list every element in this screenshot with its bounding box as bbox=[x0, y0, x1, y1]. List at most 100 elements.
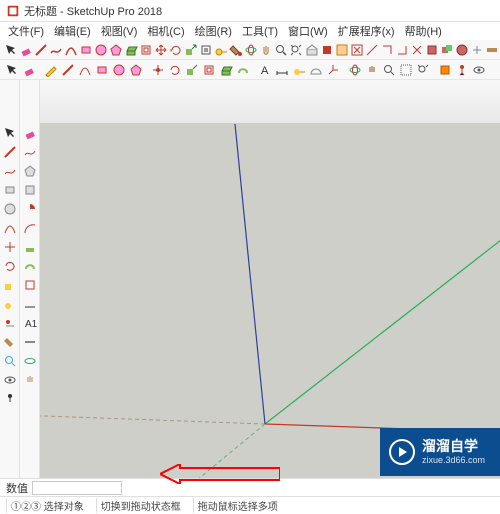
menu-file[interactable]: 文件(F) bbox=[4, 22, 48, 40]
generic-tool-7[interactable] bbox=[485, 42, 499, 58]
pushpull-tool[interactable] bbox=[124, 42, 138, 58]
side-dimension-tool[interactable] bbox=[21, 295, 39, 313]
pushpull-tool-2[interactable] bbox=[218, 62, 234, 78]
side-followme-tool[interactable] bbox=[21, 257, 39, 275]
side-arc-tool[interactable] bbox=[1, 219, 19, 237]
viewport-canvas[interactable] bbox=[40, 124, 500, 478]
generic-tool-6[interactable] bbox=[470, 42, 484, 58]
followme-tool[interactable] bbox=[235, 62, 251, 78]
side-text-tool[interactable] bbox=[1, 314, 19, 332]
zoomextents-tool[interactable] bbox=[289, 42, 303, 58]
pencil-tool[interactable] bbox=[43, 62, 59, 78]
menu-help[interactable]: 帮助(H) bbox=[401, 22, 446, 40]
tape-tool[interactable] bbox=[214, 42, 228, 58]
walk-tool[interactable] bbox=[454, 62, 470, 78]
circle-tool-2[interactable] bbox=[111, 62, 127, 78]
makecomponent-tool[interactable] bbox=[199, 42, 213, 58]
zoom-tool[interactable] bbox=[274, 42, 288, 58]
tape-tool-2[interactable] bbox=[291, 62, 307, 78]
menu-tools[interactable]: 工具(T) bbox=[238, 22, 282, 40]
pan-tool[interactable] bbox=[259, 42, 273, 58]
rotate-tool[interactable] bbox=[169, 42, 183, 58]
solid-tool-3[interactable] bbox=[455, 42, 469, 58]
move-tool[interactable] bbox=[154, 42, 168, 58]
side-section-tool[interactable] bbox=[21, 333, 39, 351]
pan-tool-2[interactable] bbox=[364, 62, 380, 78]
rect-tool-2[interactable] bbox=[94, 62, 110, 78]
measurement-input[interactable] bbox=[32, 481, 122, 495]
text-tool[interactable]: A bbox=[257, 62, 273, 78]
side-scale-tool[interactable] bbox=[1, 276, 19, 294]
side-rotate-tool[interactable] bbox=[1, 257, 19, 275]
generic-tool-1[interactable] bbox=[350, 42, 364, 58]
arc-tool[interactable] bbox=[64, 42, 78, 58]
side-select-tool[interactable] bbox=[1, 124, 19, 142]
rectangle-tool[interactable] bbox=[79, 42, 93, 58]
menu-draw[interactable]: 绘图(R) bbox=[191, 22, 236, 40]
move-tool-2[interactable] bbox=[150, 62, 166, 78]
zoomextents-tool-2[interactable] bbox=[415, 62, 431, 78]
side-walk-tool[interactable] bbox=[1, 390, 19, 408]
line-tool[interactable] bbox=[34, 42, 48, 58]
side-pushpull-tool[interactable] bbox=[21, 238, 39, 256]
side-rotrect-tool[interactable] bbox=[21, 181, 39, 199]
solid-tool-2[interactable] bbox=[440, 42, 454, 58]
side-3dtext-tool[interactable]: A1 bbox=[21, 314, 39, 332]
side-polygon-tool[interactable] bbox=[21, 162, 39, 180]
side-eye-tool[interactable] bbox=[1, 371, 19, 389]
side-tape-tool[interactable] bbox=[1, 295, 19, 313]
dimension-tool[interactable] bbox=[274, 62, 290, 78]
layout-tool[interactable] bbox=[335, 42, 349, 58]
side-offset-tool[interactable] bbox=[21, 276, 39, 294]
orbit-tool[interactable] bbox=[244, 42, 258, 58]
freehand-tool[interactable] bbox=[49, 42, 63, 58]
protractor-tool[interactable] bbox=[308, 62, 324, 78]
side-arc3-tool[interactable] bbox=[21, 143, 39, 161]
offset-tool-2[interactable] bbox=[201, 62, 217, 78]
select-tool-2[interactable] bbox=[4, 62, 20, 78]
warehouse-tool[interactable] bbox=[305, 42, 319, 58]
generic-tool-3[interactable] bbox=[380, 42, 394, 58]
side-orbit-tool[interactable] bbox=[21, 352, 39, 370]
menu-edit[interactable]: 编辑(E) bbox=[50, 22, 95, 40]
generic-tool-5[interactable] bbox=[410, 42, 424, 58]
axes-tool[interactable] bbox=[325, 62, 341, 78]
menu-window[interactable]: 窗口(W) bbox=[284, 22, 332, 40]
offset-tool[interactable] bbox=[139, 42, 153, 58]
zoomwindow-tool[interactable] bbox=[398, 62, 414, 78]
paint-tool[interactable] bbox=[229, 42, 243, 58]
side-circle-tool[interactable] bbox=[1, 200, 19, 218]
generic-tool-4[interactable] bbox=[395, 42, 409, 58]
polygon-tool-2[interactable] bbox=[128, 62, 144, 78]
arc-tool-2[interactable] bbox=[77, 62, 93, 78]
side-pan-tool[interactable] bbox=[21, 371, 39, 389]
side-freehand-tool[interactable] bbox=[1, 162, 19, 180]
circle-tool[interactable] bbox=[94, 42, 108, 58]
side-move-tool[interactable] bbox=[1, 238, 19, 256]
eraser-tool[interactable] bbox=[19, 42, 33, 58]
zoom-tool-2[interactable] bbox=[381, 62, 397, 78]
viewport[interactable] bbox=[40, 80, 500, 478]
side-zoom-tool[interactable] bbox=[1, 352, 19, 370]
side-pie-tool[interactable] bbox=[21, 200, 39, 218]
extension-tool[interactable] bbox=[320, 42, 334, 58]
rotate-tool-2[interactable] bbox=[167, 62, 183, 78]
side-paint-tool[interactable] bbox=[1, 333, 19, 351]
scale-tool[interactable] bbox=[184, 42, 198, 58]
menu-extensions[interactable]: 扩展程序(x) bbox=[334, 22, 399, 40]
section-tool[interactable] bbox=[437, 62, 453, 78]
generic-tool-2[interactable] bbox=[365, 42, 379, 58]
eraser-tool-2[interactable] bbox=[21, 62, 37, 78]
select-tool[interactable] bbox=[4, 42, 18, 58]
line-tool-2[interactable] bbox=[60, 62, 76, 78]
look-tool[interactable] bbox=[471, 62, 487, 78]
menu-view[interactable]: 视图(V) bbox=[97, 22, 142, 40]
scale-tool-2[interactable] bbox=[184, 62, 200, 78]
side-line-tool[interactable] bbox=[1, 143, 19, 161]
side-eraser-tool[interactable] bbox=[21, 124, 39, 142]
menu-camera[interactable]: 相机(C) bbox=[143, 22, 188, 40]
side-2ptarc-tool[interactable] bbox=[21, 219, 39, 237]
polygon-tool[interactable] bbox=[109, 42, 123, 58]
orbit-tool-2[interactable] bbox=[347, 62, 363, 78]
side-rect-tool[interactable] bbox=[1, 181, 19, 199]
